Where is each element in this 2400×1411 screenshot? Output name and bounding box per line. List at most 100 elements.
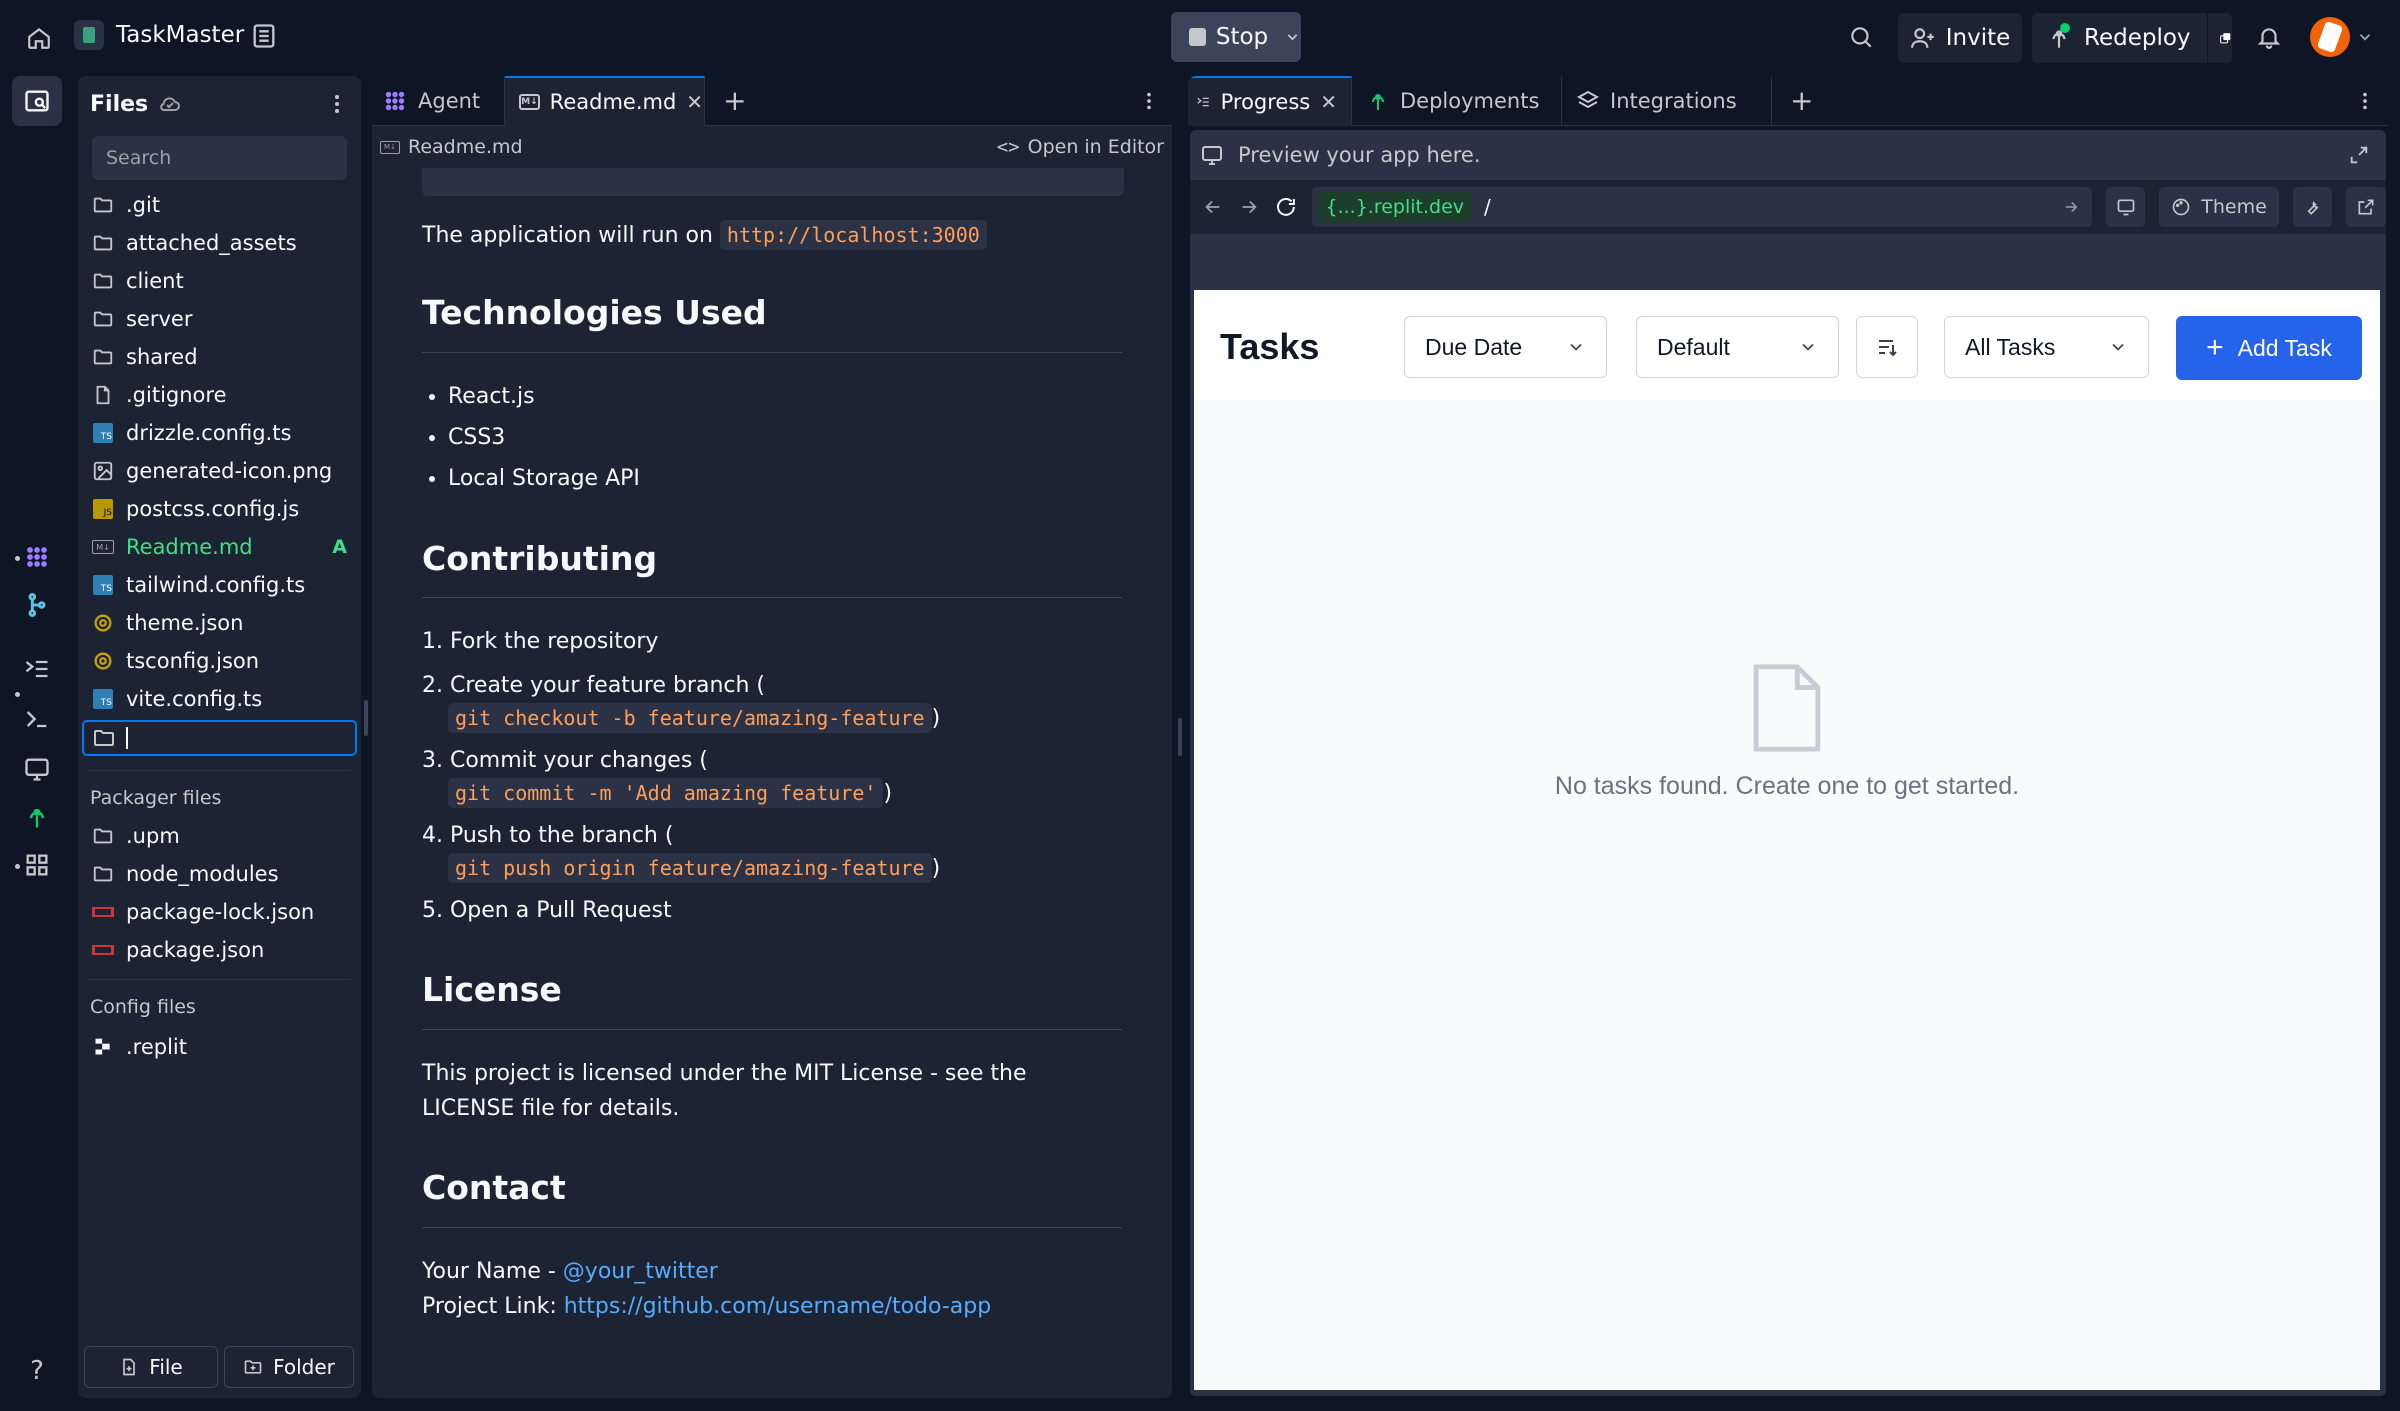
new-file-label: File xyxy=(149,1355,183,1379)
file-item[interactable]: .upm xyxy=(78,817,361,855)
help-icon[interactable]: ? xyxy=(14,1348,60,1394)
refresh-icon[interactable] xyxy=(1274,195,1298,219)
redeploy-button[interactable]: Redeploy xyxy=(2032,13,2232,63)
more-vertical-icon[interactable] xyxy=(2354,90,2376,112)
resize-handle[interactable] xyxy=(364,700,368,736)
resize-handle[interactable] xyxy=(1178,718,1182,756)
workflows-tool-icon[interactable] xyxy=(14,646,60,692)
copy-icon[interactable] xyxy=(2219,26,2232,50)
app-webview: Tasks Due Date Default All Tasks + Add T… xyxy=(1194,290,2380,1390)
twitter-link[interactable]: @your_twitter xyxy=(563,1259,718,1284)
files-tool-icon[interactable] xyxy=(12,76,62,126)
wrench-icon xyxy=(2307,201,2319,215)
open-in-editor-label: Open in Editor xyxy=(1027,136,1164,158)
expand-icon[interactable] xyxy=(2348,144,2370,166)
open-in-editor-button[interactable]: <> Open in Editor xyxy=(997,136,1164,158)
sort-direction-button[interactable] xyxy=(1856,316,1918,378)
go-icon[interactable] xyxy=(2062,198,2080,216)
file-item[interactable]: package.json xyxy=(78,931,361,969)
folder-icon xyxy=(92,863,114,885)
file-item[interactable]: shared xyxy=(78,338,361,376)
add-tab-icon[interactable]: + xyxy=(723,84,746,117)
home-icon[interactable] xyxy=(22,20,56,56)
step-text: 1. Fork the repository xyxy=(422,629,659,655)
add-tab-icon[interactable]: + xyxy=(1790,84,1813,117)
run-text: The application will run on xyxy=(422,223,713,248)
devtools-button[interactable] xyxy=(2292,187,2333,227)
files-search-input[interactable]: Search xyxy=(92,136,347,180)
file-item[interactable]: TS drizzle.config.ts xyxy=(78,414,361,452)
more-vertical-icon[interactable] xyxy=(325,92,349,116)
webview-tool-icon[interactable] xyxy=(14,746,60,792)
shell-tool-icon[interactable] xyxy=(14,696,60,742)
breadcrumb[interactable]: Readme.md xyxy=(408,136,523,158)
devices-button[interactable] xyxy=(2105,187,2146,227)
project-selector[interactable]: TaskMaster xyxy=(74,20,244,50)
tab-progress[interactable]: Progress ✕ xyxy=(1188,76,1352,126)
active-dot xyxy=(15,864,20,869)
open-new-tab-button[interactable] xyxy=(2346,187,2386,227)
stop-label: Stop xyxy=(1215,24,1269,50)
deploy-icon xyxy=(1372,93,1384,110)
bell-icon[interactable] xyxy=(2256,24,2282,50)
add-task-button[interactable]: + Add Task xyxy=(2176,316,2362,380)
file-item[interactable]: TS tailwind.config.ts xyxy=(78,566,361,604)
theme-label: Theme xyxy=(2201,196,2267,218)
file-item[interactable]: JS postcss.config.js xyxy=(78,490,361,528)
new-file-button[interactable]: File xyxy=(84,1346,218,1388)
search-icon[interactable] xyxy=(1848,24,1874,50)
project-menu-icon[interactable] xyxy=(250,22,278,50)
file-item[interactable]: .git xyxy=(78,186,361,224)
step-code: git checkout -b feature/amazing-feature xyxy=(448,702,932,733)
tab-readme[interactable]: M↓ Readme.md ✕ xyxy=(505,76,706,126)
tab-agent[interactable]: Agent xyxy=(372,76,506,126)
close-icon[interactable]: ✕ xyxy=(1320,90,1337,114)
close-icon[interactable]: ✕ xyxy=(686,90,703,114)
file-item[interactable]: server xyxy=(78,300,361,338)
more-vertical-icon[interactable] xyxy=(1138,90,1160,112)
file-item[interactable]: M↓ Readme.md A xyxy=(78,528,361,566)
new-folder-input[interactable] xyxy=(82,720,357,756)
order-select[interactable]: Default xyxy=(1636,316,1839,378)
tech-item: React.js xyxy=(448,379,1122,414)
file-item[interactable]: package-lock.json xyxy=(78,893,361,931)
agent-tool-icon[interactable] xyxy=(14,534,60,580)
user-menu[interactable] xyxy=(2310,17,2374,57)
file-item[interactable]: TS vite.config.ts xyxy=(78,680,361,718)
step-code-line: git commit -m 'Add amazing feature') xyxy=(422,777,1122,810)
filter-select[interactable]: All Tasks xyxy=(1944,316,2149,378)
file-item[interactable]: node_modules xyxy=(78,855,361,893)
new-folder-button[interactable]: Folder xyxy=(224,1346,354,1388)
sort-select[interactable]: Due Date xyxy=(1404,316,1607,378)
contributing-step: 4. Push to the branch (git push origin f… xyxy=(422,818,1122,885)
file-item[interactable]: generated-icon.png xyxy=(78,452,361,490)
theme-button[interactable]: Theme xyxy=(2159,187,2279,227)
back-icon[interactable] xyxy=(1202,196,1224,218)
git-tool-icon[interactable] xyxy=(14,582,60,628)
palette-icon xyxy=(2172,198,2190,216)
stop-button[interactable]: Stop xyxy=(1171,12,1301,62)
forward-icon[interactable] xyxy=(1238,196,1260,218)
all-tools-icon[interactable] xyxy=(14,842,60,888)
file-label: package-lock.json xyxy=(126,900,315,924)
tab-integrations[interactable]: Integrations xyxy=(1562,76,1772,126)
file-item[interactable]: tsconfig.json xyxy=(78,642,361,680)
url-bar[interactable]: {...}.replit.dev / xyxy=(1311,187,2092,227)
step-text: 4. Push to the branch ( xyxy=(422,822,674,848)
packager-files-heading: Packager files xyxy=(90,787,222,809)
file-item[interactable]: attached_assets xyxy=(78,224,361,262)
cloud-check-icon xyxy=(160,97,181,112)
chevron-down-icon[interactable] xyxy=(1284,28,1301,46)
contributing-heading: Contributing xyxy=(422,533,1122,599)
file-item[interactable]: theme.json xyxy=(78,604,361,642)
deployments-tool-icon[interactable] xyxy=(14,794,60,840)
project-link[interactable]: https://github.com/username/todo-app xyxy=(564,1294,991,1319)
tab-deployments[interactable]: Deployments xyxy=(1352,76,1562,126)
editor-tabs: Agent M↓ Readme.md ✕ + xyxy=(372,76,1172,126)
file-item[interactable]: client xyxy=(78,262,361,300)
invite-button[interactable]: Invite xyxy=(1898,13,2022,63)
preview-container: Preview your app here. {...}.replit.dev … xyxy=(1190,130,2386,1396)
file-item-replit[interactable]: .replit xyxy=(78,1028,361,1066)
file-item[interactable]: .gitignore xyxy=(78,376,361,414)
plus-icon: + xyxy=(2206,331,2224,364)
